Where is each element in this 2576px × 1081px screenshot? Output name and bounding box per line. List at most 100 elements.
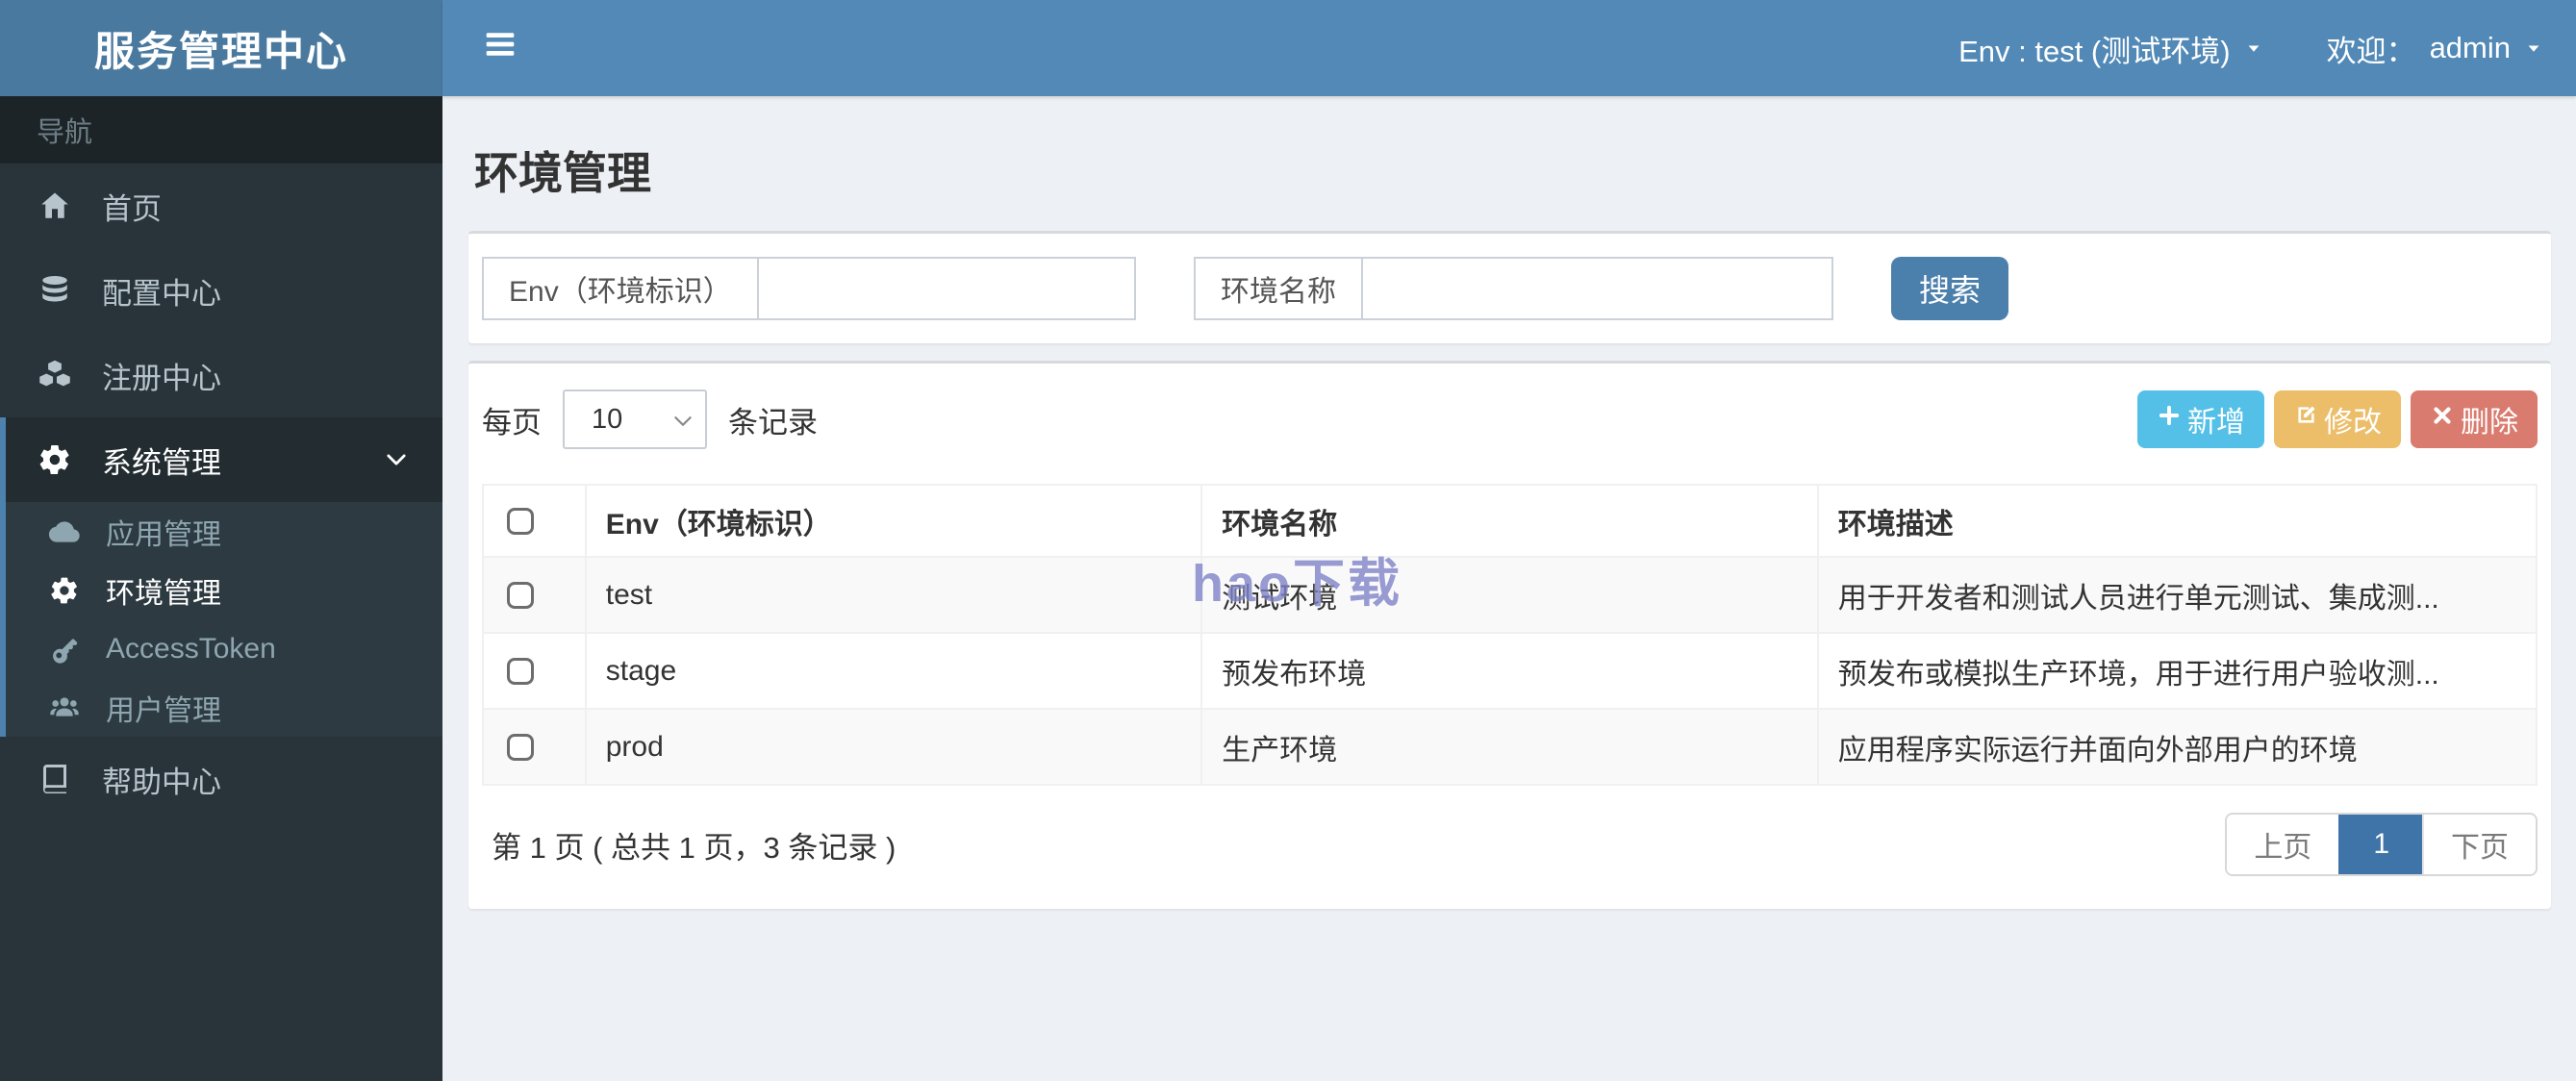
sidebar-item-config-center[interactable]: 配置中心: [0, 248, 442, 333]
search-button[interactable]: 搜索: [1891, 257, 2008, 320]
table-header-row: Env（环境标识） 环境名称 环境描述: [482, 484, 2538, 558]
per-page-select[interactable]: 10: [563, 390, 707, 449]
app-window: 服务管理中心 Env : test (测试环境) 欢迎： admin 导航 首页…: [0, 0, 2576, 1081]
top-header: 服务管理中心 Env : test (测试环境) 欢迎： admin: [0, 0, 2576, 96]
key-icon: [48, 633, 81, 666]
table-row: prod 生产环境 应用程序实际运行并面向外部用户的环境: [482, 708, 2538, 786]
submenu-item-label: AccessToken: [106, 632, 276, 665]
next-page-button[interactable]: 下页: [2422, 815, 2536, 874]
sidebar-item-app-management[interactable]: 应用管理: [6, 502, 442, 561]
env-table: Env（环境标识） 环境名称 环境描述 test 测试环境 用于开发者和测试人员…: [482, 484, 2538, 786]
navbar: Env : test (测试环境) 欢迎： admin: [442, 0, 2576, 96]
table-row: stage 预发布环境 预发布或模拟生产环境，用于进行用户验收测...: [482, 632, 2538, 710]
edit-button[interactable]: 修改: [2274, 390, 2401, 448]
brand-title: 服务管理中心: [0, 0, 442, 96]
sidebar-item-system-management[interactable]: 系统管理: [0, 417, 442, 502]
prev-page-button[interactable]: 上页: [2227, 815, 2339, 874]
env-desc-cell: 应用程序实际运行并面向外部用户的环境: [1816, 708, 2538, 786]
row-select-cell: [482, 556, 587, 634]
sidebar-toggle-button[interactable]: [475, 22, 525, 74]
env-name-input-group: 环境名称: [1194, 257, 1833, 320]
submenu-item-label: 应用管理: [106, 518, 221, 551]
env-selector-label: Env : test (测试环境): [1958, 34, 2231, 68]
gear-icon: [37, 441, 73, 478]
env-selector-dropdown[interactable]: Env : test (测试环境): [1958, 27, 2262, 70]
system-management-submenu: 应用管理 环境管理 AccessToken 用户管理: [0, 502, 442, 737]
env-table-panel: 每页 10 条记录 新增 修改 删除 Env（环境标识） 环境名称 环境描述 t…: [468, 361, 2551, 909]
users-icon: [48, 691, 81, 724]
sidebar-section-label: 导航: [0, 96, 442, 163]
pagination: 上页 1 下页: [2225, 813, 2538, 876]
search-panel: Env（环境标识） 环境名称 搜索: [468, 231, 2551, 343]
env-name-input-label: 环境名称: [1194, 257, 1361, 320]
database-icon: [37, 272, 73, 309]
sidebar: 导航 首页 配置中心 注册中心 系统管理 应用管理 环境管理 AccessTok…: [0, 96, 442, 1081]
env-input-group: Env（环境标识）: [482, 257, 1136, 320]
per-page-prefix-label: 每页: [482, 405, 542, 440]
welcome-label: 欢迎：: [2326, 34, 2416, 68]
env-name-cell: 生产环境: [1200, 708, 1819, 786]
env-column-header: Env（环境标识）: [584, 484, 1203, 558]
env-name-cell: 测试环境: [1200, 556, 1819, 634]
delete-button[interactable]: 删除: [2411, 390, 2538, 448]
x-icon: [2430, 403, 2455, 436]
main-content: 环境管理 Env（环境标识） 环境名称 搜索 每页 10 条记录 新增 修改 删…: [442, 96, 2576, 1081]
page-title: 环境管理: [474, 148, 651, 198]
plus-icon: [2157, 403, 2182, 436]
row-checkbox[interactable]: [507, 733, 534, 761]
env-name-input[interactable]: [1361, 257, 1833, 320]
row-checkbox[interactable]: [507, 657, 534, 685]
table-row: test 测试环境 用于开发者和测试人员进行单元测试、集成测...: [482, 556, 2538, 634]
env-name-column-header: 环境名称: [1200, 484, 1819, 558]
topbar-right: Env : test (测试环境) 欢迎： admin: [1958, 27, 2543, 70]
env-cell: test: [584, 556, 1203, 634]
row-select-cell: [482, 632, 587, 710]
env-input-label: Env（环境标识）: [482, 257, 757, 320]
username: admin: [2429, 31, 2511, 64]
sidebar-item-user-management[interactable]: 用户管理: [6, 678, 442, 737]
edit-icon: [2293, 403, 2318, 436]
book-icon: [37, 761, 73, 797]
sidebar-item-label: 配置中心: [102, 276, 221, 311]
delete-button-label: 删除: [2461, 407, 2518, 439]
sidebar-item-help-center[interactable]: 帮助中心: [0, 737, 442, 821]
env-desc-cell: 用于开发者和测试人员进行单元测试、集成测...: [1816, 556, 2538, 634]
edit-button-label: 修改: [2324, 407, 2382, 439]
add-button[interactable]: 新增: [2137, 390, 2264, 448]
per-page-control: 每页 10 条记录: [482, 390, 818, 449]
select-all-checkbox[interactable]: [507, 507, 534, 535]
caret-down-icon: [2524, 31, 2543, 65]
submenu-item-label: 环境管理: [106, 577, 221, 610]
per-page-select-wrap: 10: [563, 390, 707, 449]
env-cell: prod: [584, 708, 1203, 786]
gear-icon: [48, 574, 81, 607]
env-input[interactable]: [756, 257, 1136, 320]
sidebar-item-registry-center[interactable]: 注册中心: [0, 333, 442, 417]
chevron-down-icon: [383, 446, 410, 473]
sidebar-item-accesstoken[interactable]: AccessToken: [6, 619, 442, 678]
table-toolbar: 每页 10 条记录 新增 修改 删除: [482, 390, 2538, 449]
add-button-label: 新增: [2187, 407, 2245, 439]
sidebar-item-env-management[interactable]: 环境管理: [6, 561, 442, 619]
cubes-icon: [37, 357, 73, 393]
env-name-cell: 预发布环境: [1200, 632, 1819, 710]
sidebar-item-label: 首页: [102, 191, 162, 226]
select-all-header-cell: [482, 484, 587, 558]
env-desc-cell: 预发布或模拟生产环境，用于进行用户验收测...: [1816, 632, 2538, 710]
home-icon: [37, 188, 73, 224]
row-select-cell: [482, 708, 587, 786]
env-cell: stage: [584, 632, 1203, 710]
table-footer: 第 1 页 ( 总共 1 页，3 条记录 ) 上页 1 下页: [482, 786, 2538, 909]
cloud-icon: [48, 515, 81, 548]
row-checkbox[interactable]: [507, 581, 534, 609]
caret-down-icon: [2244, 31, 2263, 65]
page-number-button-current[interactable]: 1: [2338, 815, 2422, 874]
hamburger-icon: [485, 32, 516, 64]
submenu-item-label: 用户管理: [106, 694, 221, 727]
sidebar-item-label: 注册中心: [102, 361, 221, 395]
table-action-buttons: 新增 修改 删除: [2137, 390, 2538, 448]
sidebar-item-home[interactable]: 首页: [0, 163, 442, 248]
per-page-suffix-label: 条记录: [728, 405, 818, 440]
sidebar-item-label: 系统管理: [102, 445, 221, 480]
user-dropdown[interactable]: 欢迎： admin: [2327, 27, 2543, 70]
